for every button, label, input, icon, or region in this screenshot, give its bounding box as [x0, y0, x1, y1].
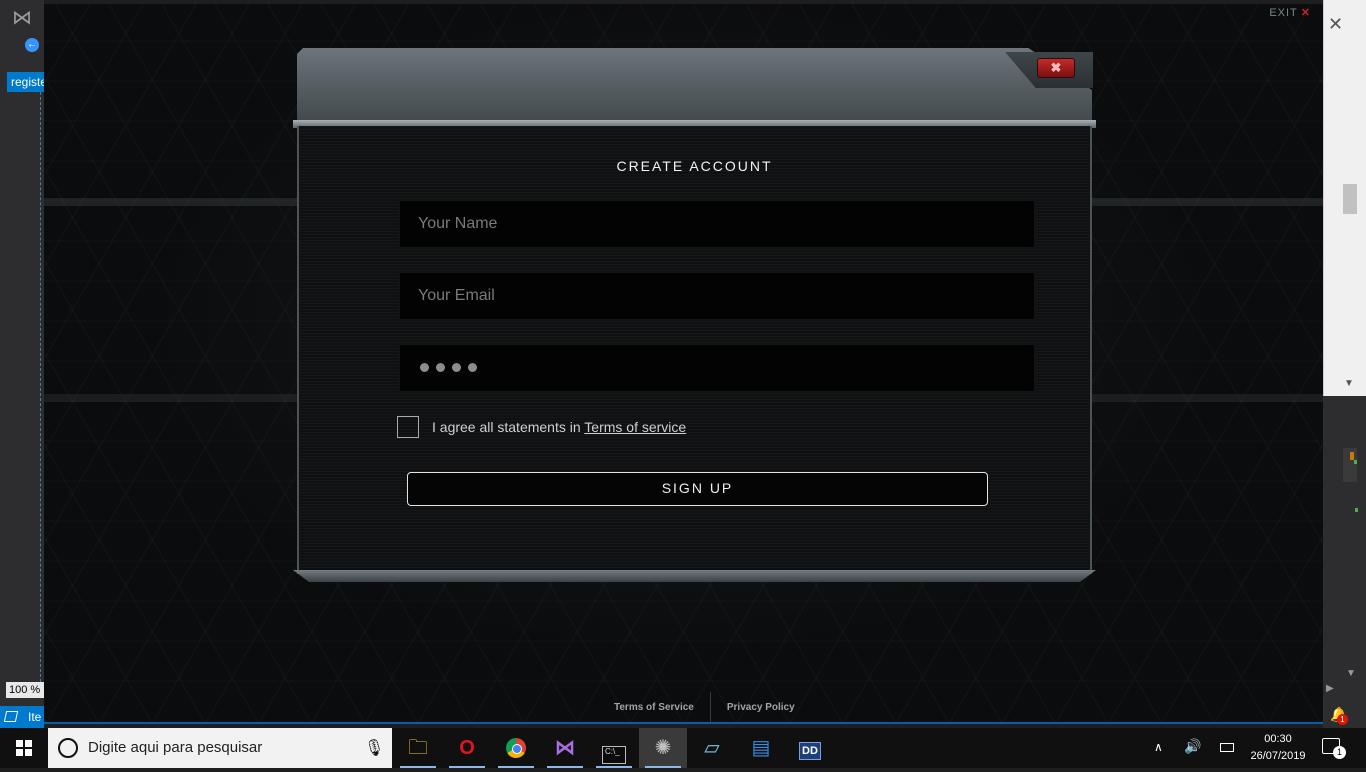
terms-link[interactable]: Terms of service	[584, 419, 686, 435]
scroll-down-icon[interactable]: ▼	[1344, 378, 1354, 389]
password-dots	[420, 359, 484, 376]
gear-app-icon[interactable]: ✺	[639, 728, 687, 768]
ide-left-panel	[0, 0, 44, 728]
scroll-right-icon[interactable]: ▶	[1326, 683, 1334, 694]
close-x-icon: ✕	[1300, 7, 1311, 19]
ide-scrollbar-thumb[interactable]	[1343, 184, 1357, 214]
clock[interactable]: 00:30 26/07/2019	[1248, 731, 1308, 765]
file-explorer-icon[interactable]: 🗀	[394, 728, 442, 768]
minimap-mark	[1355, 508, 1358, 512]
dialog-title: CREATE ACCOUNT	[616, 158, 773, 174]
app-footer: Terms of Service Privacy Policy	[598, 692, 811, 722]
create-account-dialog: ✖ CREATE ACCOUNT Your Name Your Email I …	[293, 48, 1096, 584]
dialog-footer-rim	[293, 570, 1096, 582]
terms-of-service-link[interactable]: Terms of Service	[598, 702, 710, 713]
windows-logo-icon	[16, 740, 32, 756]
minimap-mark	[1350, 452, 1354, 460]
volume-icon[interactable]: 🔊	[1184, 738, 1201, 755]
exit-button[interactable]: EXIT ✕	[1269, 6, 1311, 19]
tray-chevron-up-icon[interactable]: ∧	[1154, 740, 1163, 754]
exit-label: EXIT	[1269, 7, 1298, 19]
close-icon: ✖	[1050, 60, 1062, 75]
visual-studio-icon[interactable]: ⋈	[541, 728, 589, 768]
scroll-down-icon[interactable]: ▼	[1346, 668, 1356, 679]
search-placeholder: Digite aqui para pesquisar	[88, 739, 263, 756]
ide-notification-badge: 1	[1337, 714, 1348, 725]
taskbar: Digite aqui para pesquisar 🎙 🗀 O ⋈ C:\_ …	[0, 728, 1366, 768]
opera-icon[interactable]: O	[443, 728, 491, 768]
name-input[interactable]: Your Name	[399, 200, 1035, 248]
dialog-header	[297, 48, 1092, 126]
agree-label: I agree all statements in Terms of servi…	[432, 419, 686, 435]
notepad-icon[interactable]: ▱	[688, 728, 736, 768]
action-center-badge: 1	[1333, 746, 1346, 759]
battery-icon[interactable]	[1220, 743, 1234, 752]
chrome-icon[interactable]	[492, 728, 540, 768]
agree-checkbox[interactable]	[397, 416, 419, 438]
dialog-close-button[interactable]: ✖	[1037, 58, 1075, 78]
ide-close-icon[interactable]: ✕	[1328, 14, 1343, 35]
ide-document-tab[interactable]: registe	[7, 72, 44, 92]
agree-text: I agree all statements in	[432, 419, 581, 435]
ide-editor-guide	[40, 92, 42, 682]
dolby-icon[interactable]: DD	[786, 728, 834, 768]
app-window: EXIT ✕ ✖ CREATE ACCOUNT Your Name Your Em…	[44, 4, 1323, 724]
email-input[interactable]: Your Email	[399, 272, 1035, 320]
cmd-icon[interactable]: C:\_	[590, 728, 638, 768]
microphone-icon[interactable]: 🎙	[364, 738, 384, 758]
minimap-mark	[1354, 460, 1357, 464]
sign-up-button[interactable]: SIGN UP	[407, 472, 988, 506]
store-icon[interactable]: ▤	[737, 728, 785, 768]
back-arrow-icon[interactable]: ←	[25, 38, 39, 52]
visual-studio-logo-icon: ⋈	[12, 7, 32, 29]
clock-time: 00:30	[1264, 733, 1292, 745]
cortana-icon	[58, 738, 78, 758]
ide-status-icon	[3, 711, 19, 722]
clock-date: 26/07/2019	[1250, 750, 1306, 762]
ide-zoom-level[interactable]: 100 %	[6, 682, 44, 698]
start-button[interactable]	[0, 728, 48, 768]
privacy-policy-link[interactable]: Privacy Policy	[711, 702, 811, 713]
password-input[interactable]	[399, 344, 1035, 392]
taskbar-search[interactable]: Digite aqui para pesquisar 🎙	[48, 728, 392, 768]
